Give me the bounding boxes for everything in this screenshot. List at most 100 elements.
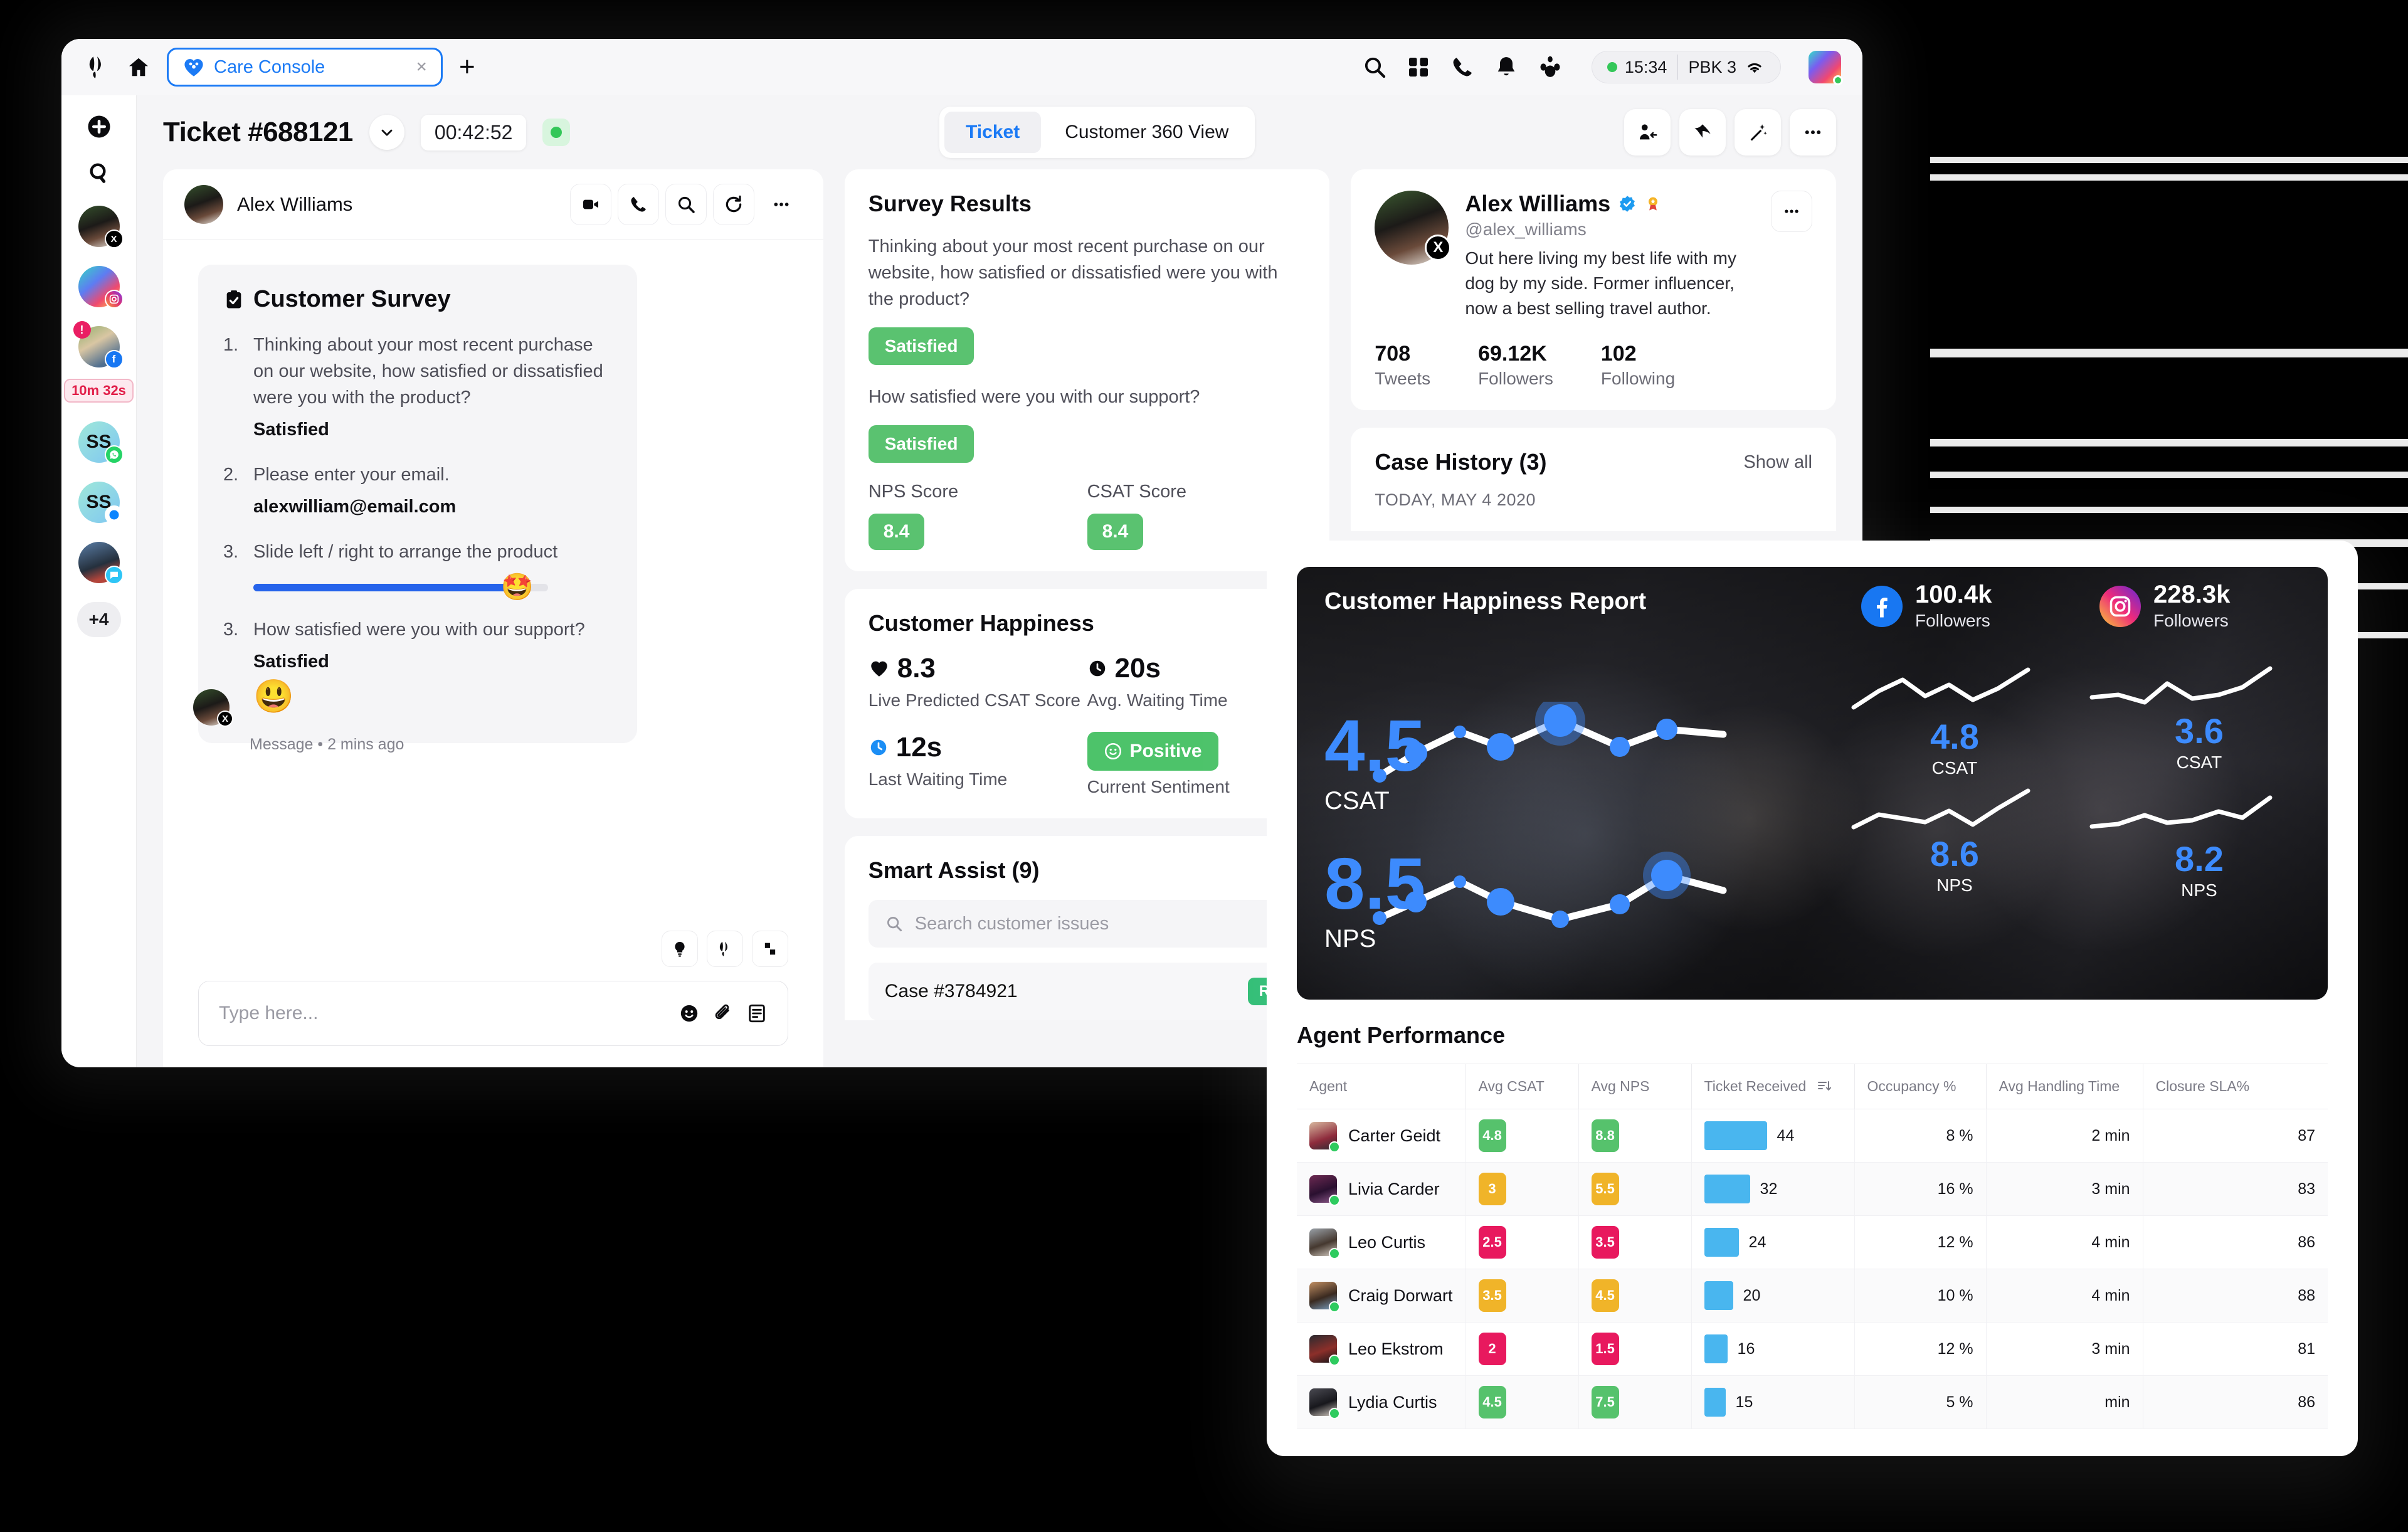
- translate-button[interactable]: [751, 931, 788, 967]
- online-dot-icon: [1607, 62, 1617, 72]
- screenshot-canvas: Care Console × + 15:34 PBK 3 X ! f 10m 3…: [0, 0, 2408, 1532]
- smart-assist-card: Smart Assist (9) Search customer issues …: [844, 836, 1330, 1021]
- rail-search-button[interactable]: [85, 159, 113, 187]
- people-icon[interactable]: [1538, 55, 1563, 80]
- background-stripe: [1930, 507, 2408, 513]
- rail-conversation-x[interactable]: X: [78, 206, 124, 248]
- rail-conversation-instagram[interactable]: [78, 266, 124, 309]
- case-history-day-label: TODAY, MAY 4 2020: [1375, 490, 1536, 510]
- alert-badge-icon: !: [73, 321, 91, 339]
- column-avg-csat[interactable]: Avg CSAT: [1465, 1064, 1579, 1109]
- emoji-icon[interactable]: [679, 1003, 700, 1024]
- table-row[interactable]: Lydia Curtis 4.5 7.5 15 5 % min 86: [1297, 1375, 2328, 1429]
- smart-assist-search-input[interactable]: Search customer issues: [915, 914, 1109, 934]
- clipboard-check-icon: [226, 290, 241, 308]
- avatar: [1309, 1388, 1340, 1419]
- more-options-button[interactable]: [1790, 109, 1836, 156]
- apps-grid-icon[interactable]: [1406, 55, 1431, 80]
- conversation-search-button[interactable]: [665, 183, 707, 225]
- magic-assist-button[interactable]: [1735, 109, 1781, 156]
- sort-descending-icon[interactable]: [1817, 1079, 1832, 1094]
- canned-response-icon[interactable]: [746, 1003, 768, 1024]
- messenger-channel-icon: [104, 505, 124, 524]
- conversation-more-button[interactable]: [760, 183, 802, 225]
- ticket-dropdown-button[interactable]: [369, 115, 404, 150]
- slider-emoji-handle[interactable]: 🤩: [501, 574, 534, 600]
- avatar[interactable]: [1809, 51, 1843, 85]
- online-status-badge: [1833, 75, 1843, 85]
- home-icon[interactable]: [127, 55, 150, 79]
- column-occupancy[interactable]: Occupancy %: [1854, 1064, 1987, 1109]
- tab-ticket[interactable]: Ticket: [944, 112, 1042, 153]
- metric-last-waiting: 12s Last Waiting Time: [869, 732, 1087, 797]
- metric-value-row: 8.3: [869, 653, 1087, 684]
- show-all-link[interactable]: Show all: [1743, 452, 1812, 473]
- ellipsis-icon: [774, 202, 789, 206]
- clock-blue-icon: [870, 739, 887, 756]
- cell-handling-time: 3 min: [1986, 1162, 2143, 1216]
- phone-call-button[interactable]: [617, 183, 659, 225]
- table-row[interactable]: Carter Geidt 4.8 8.8 44 8 % 2 min 87: [1297, 1109, 2328, 1163]
- cell-closure-sla: 83: [2143, 1162, 2328, 1216]
- background-stripe: [1930, 439, 2408, 446]
- conversation-header: Alex Williams: [163, 169, 823, 240]
- case-history-header: Case History (3) Show all: [1375, 449, 1812, 475]
- award-badge-icon: [1649, 197, 1658, 211]
- rail-conversation-chat[interactable]: [78, 542, 124, 584]
- message-composer[interactable]: Type here...: [198, 981, 788, 1046]
- conversation-panel: Alex Williams Customer Survey 1. Thinkin…: [163, 169, 823, 1067]
- survey-slider[interactable]: 🤩: [253, 574, 548, 600]
- status-pill[interactable]: 15:34 PBK 3: [1591, 51, 1781, 83]
- profile-more-button[interactable]: [1771, 191, 1813, 232]
- tab-customer-360-view[interactable]: Customer 360 View: [1043, 112, 1250, 153]
- phone-icon[interactable]: [1450, 55, 1475, 80]
- cell-occupancy: 5 %: [1854, 1375, 1987, 1429]
- forward-button[interactable]: [1679, 109, 1726, 156]
- avatar: [1309, 1228, 1340, 1259]
- video-call-button[interactable]: [569, 183, 611, 225]
- column-agent[interactable]: Agent: [1297, 1064, 1466, 1109]
- rail-conversation-whatsapp[interactable]: SS: [78, 421, 124, 464]
- search-icon[interactable]: [1362, 55, 1387, 80]
- avatar: [1309, 1175, 1340, 1206]
- table-row[interactable]: Craig Dorwart 3.5 4.5 20 10 % 4 min 88: [1297, 1269, 2328, 1323]
- suggestion-bulb-button[interactable]: [661, 931, 698, 967]
- metric-live-csat: 8.3 Live Predicted CSAT Score: [869, 653, 1087, 711]
- table-row[interactable]: Leo Curtis 2.5 3.5 24 12 % 4 min 86: [1297, 1215, 2328, 1269]
- magic-wand-icon: [1750, 124, 1767, 141]
- column-closure-sla[interactable]: Closure SLA%: [2143, 1064, 2328, 1109]
- survey-results-question-1: Thinking about your most recent purchase…: [868, 236, 1278, 310]
- online-status-badge: [1329, 1408, 1340, 1419]
- survey-answer: Satisfied: [253, 420, 329, 440]
- message-input[interactable]: Type here...: [219, 1003, 666, 1024]
- refresh-button[interactable]: [712, 183, 754, 225]
- new-tab-plus-icon[interactable]: +: [459, 53, 475, 80]
- add-conversation-button[interactable]: [85, 113, 113, 140]
- column-ticket-received[interactable]: Ticket Received: [1691, 1064, 1855, 1109]
- table-row[interactable]: Livia Carder 3 5.5 32 16 % 3 min 83: [1297, 1162, 2328, 1216]
- bell-icon[interactable]: [1494, 55, 1519, 80]
- case-history-title: Case History (3): [1375, 449, 1547, 475]
- csat-score-block: CSAT Score 8.4: [1087, 482, 1306, 551]
- smart-assist-case-item[interactable]: Case #3784921 Re: [868, 963, 1306, 1021]
- rail-more-conversations[interactable]: +4: [77, 602, 121, 637]
- column-ticket-received-label: Ticket Received: [1704, 1078, 1807, 1094]
- browser-tab-care-console[interactable]: Care Console ×: [167, 48, 443, 87]
- facebook-stat-text: 100.4k Followers: [1915, 582, 1992, 631]
- metric-value: 8.2: [2175, 839, 2224, 879]
- brand-assist-button[interactable]: [706, 931, 743, 967]
- table-row[interactable]: Leo Ekstrom 2 1.5 16 12 % 3 min 81: [1297, 1322, 2328, 1376]
- case-history-card: Case History (3) Show all TODAY, MAY 4 2…: [1351, 428, 1837, 532]
- column-avg-nps[interactable]: Avg NPS: [1578, 1064, 1692, 1109]
- column-avg-handling-time[interactable]: Avg Handling Time: [1986, 1064, 2143, 1109]
- rail-conversation-messenger[interactable]: SS: [78, 482, 124, 524]
- rail-conversation-facebook[interactable]: ! f: [73, 321, 124, 369]
- browser-titlebar: Care Console × + 15:34 PBK 3: [61, 39, 1862, 95]
- attachment-icon[interactable]: [712, 1003, 734, 1024]
- avatar: [1309, 1122, 1340, 1153]
- assign-user-button[interactable]: [1624, 109, 1671, 156]
- smart-assist-search[interactable]: Search customer issues: [868, 900, 1306, 948]
- question-text: Please enter your email.: [253, 465, 450, 485]
- customer-survey-title: Customer Survey: [223, 286, 612, 313]
- close-icon[interactable]: ×: [416, 58, 427, 77]
